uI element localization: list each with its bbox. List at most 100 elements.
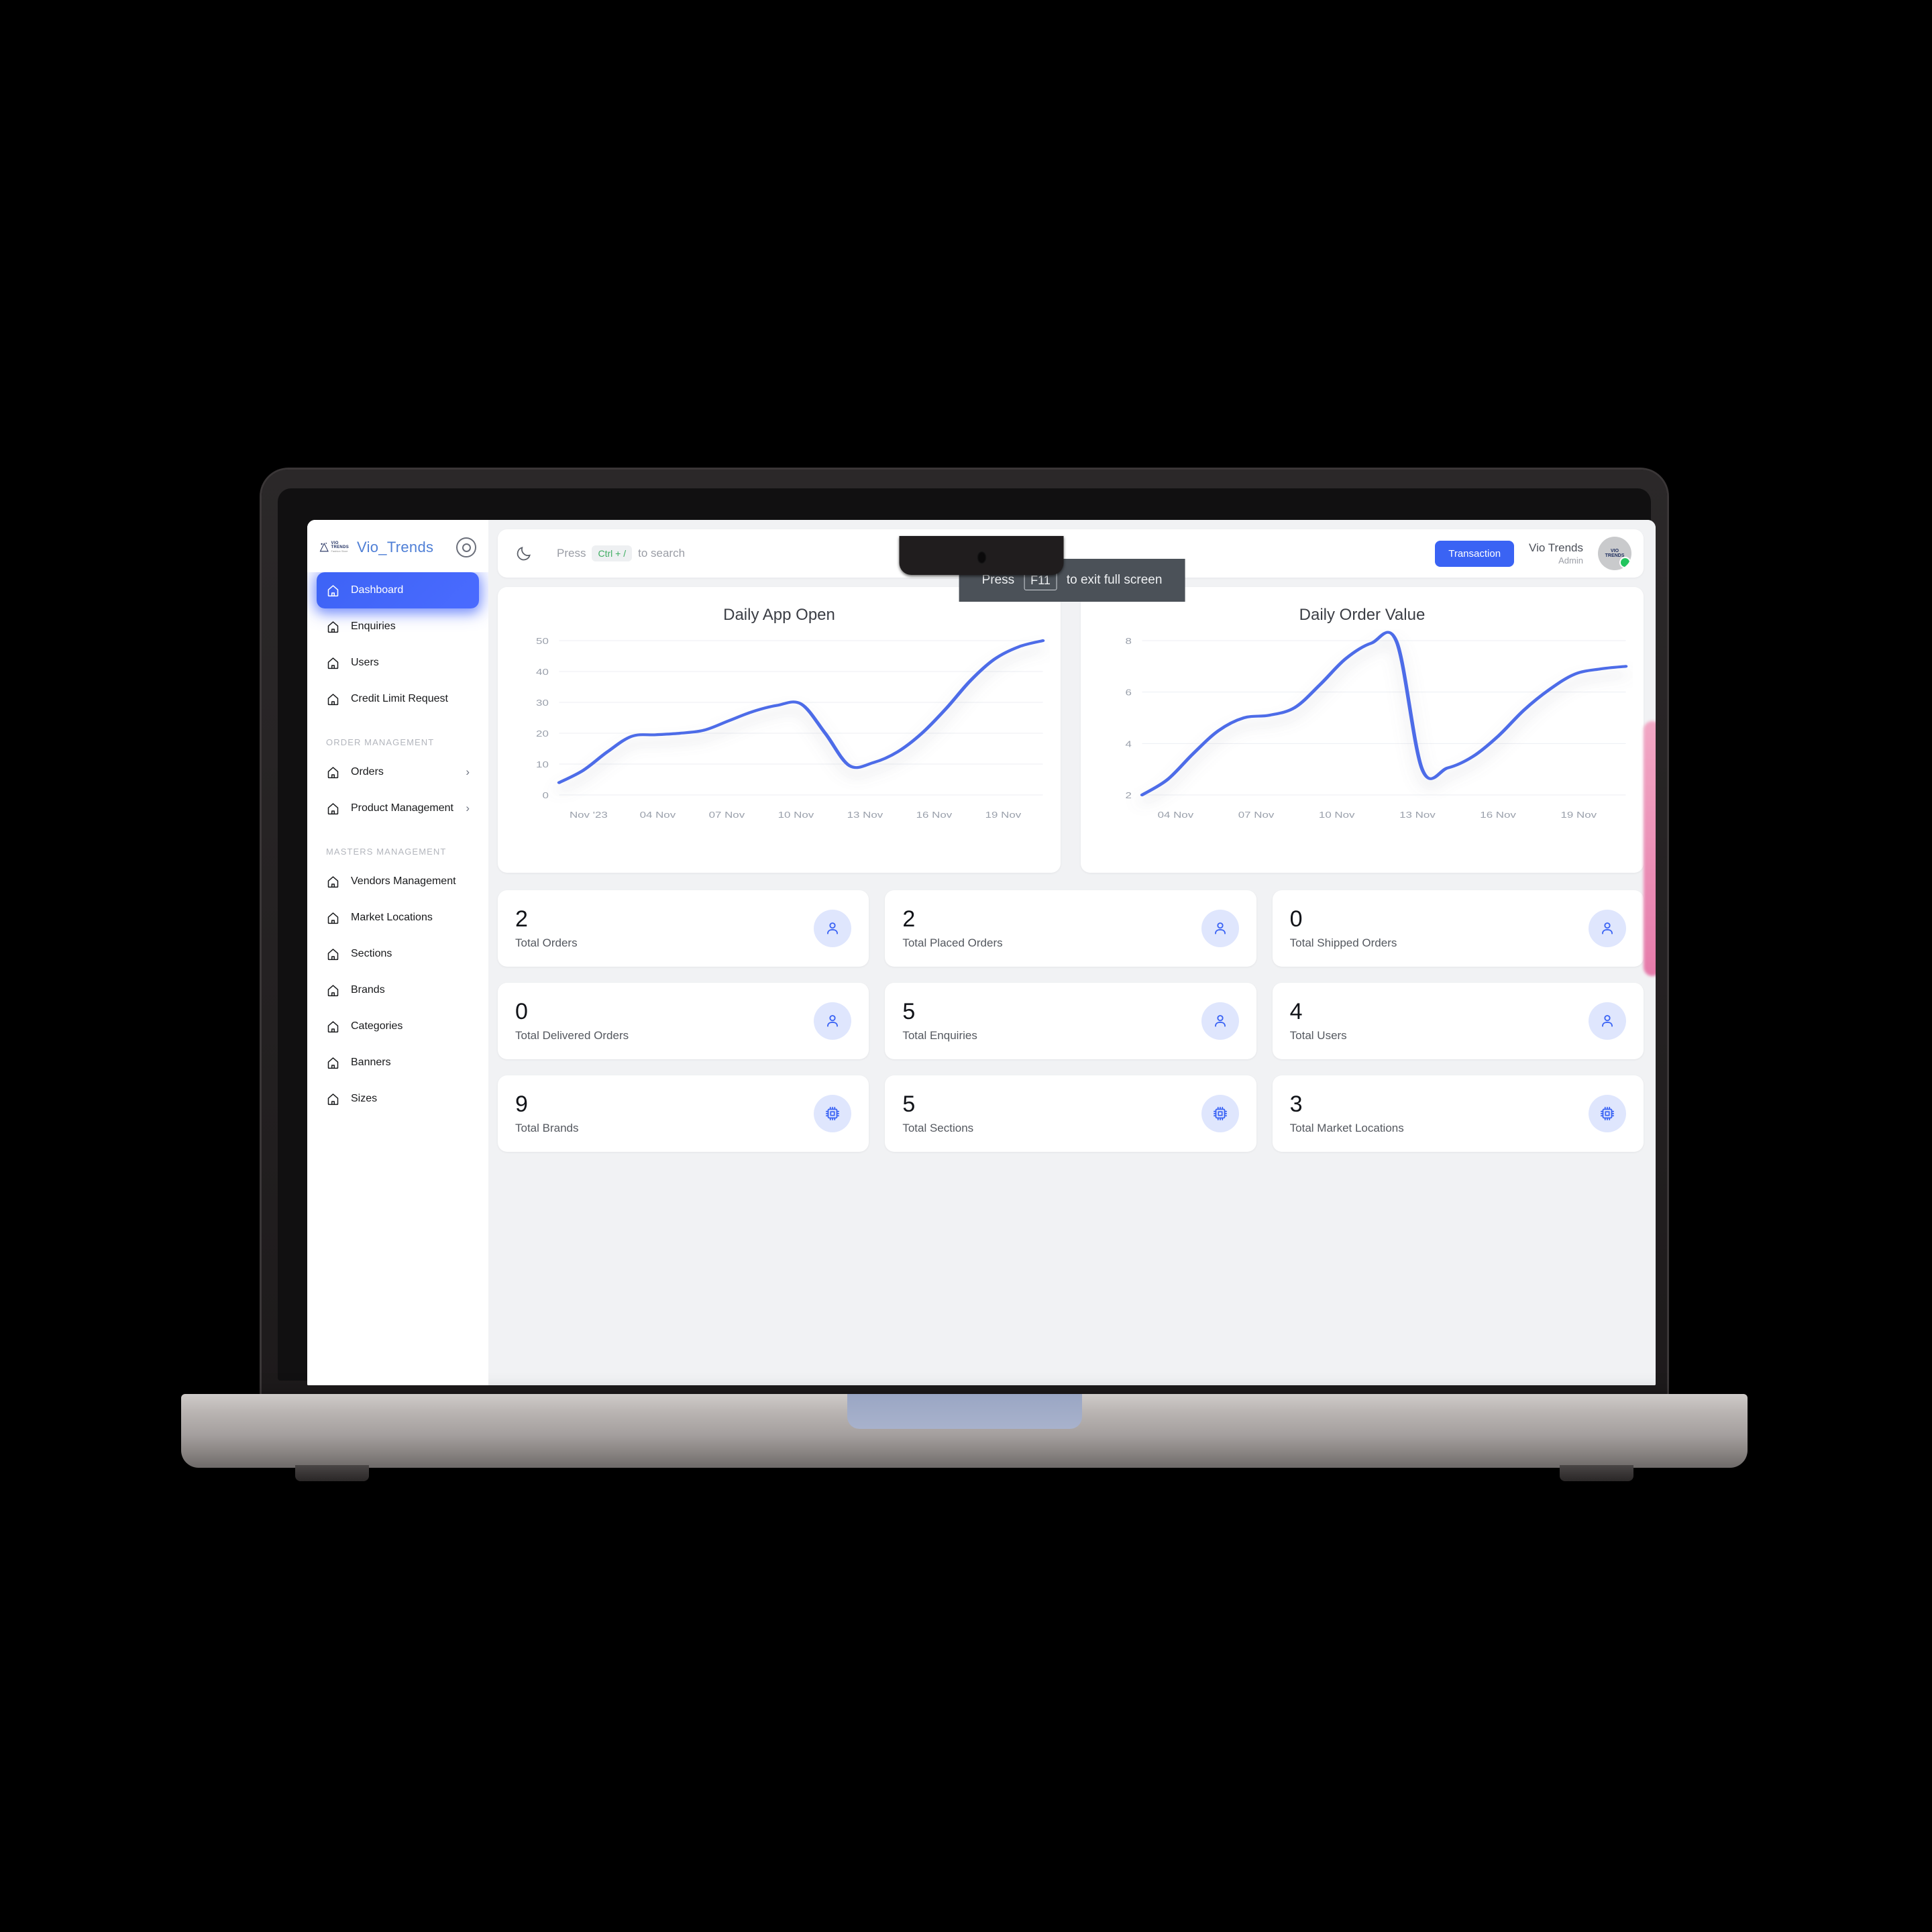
fullscreen-toast-suffix: to exit full screen: [1066, 573, 1163, 587]
stat-value: 0: [515, 998, 528, 1024]
stat-text: 2 Total Placed Orders: [902, 908, 1002, 950]
home-icon: [327, 984, 339, 996]
x-tick-label: 16 Nov: [1480, 810, 1516, 820]
user-icon: [1214, 1015, 1226, 1027]
stat-text: 3 Total Market Locations: [1290, 1093, 1404, 1135]
y-tick-label: 6: [1125, 688, 1131, 698]
home-icon: [327, 693, 339, 705]
laptop-lid: VIO TRENDS Fashion Store Vio_Trends Dash…: [262, 470, 1667, 1399]
sidebar-order-group: Orders › Product Management ›: [317, 754, 479, 826]
search-shortcut-key: Ctrl + /: [592, 545, 633, 561]
home-icon: [327, 1057, 339, 1069]
avatar-text: VIO TRENDS: [1605, 549, 1625, 558]
sidebar-item-label: Orders: [351, 766, 384, 777]
sidebar-item-dashboard[interactable]: Dashboard: [317, 572, 479, 608]
sidebar-item-orders[interactable]: Orders ›: [317, 754, 479, 790]
home-icon: [327, 912, 339, 924]
mountain-logo-icon: [319, 542, 329, 552]
chart-card-daily-order-value: Daily Order Value 2 4 6 8 04 Nov 07 Nov 10 Nov…: [1081, 587, 1644, 873]
stat-card: 2 Total Placed Orders: [885, 890, 1256, 967]
sidebar-item-sizes[interactable]: Sizes: [317, 1081, 479, 1117]
user-info[interactable]: Vio Trends Admin: [1529, 541, 1583, 566]
search-prefix: Press: [557, 547, 586, 559]
moon-icon[interactable]: [515, 545, 533, 562]
sidebar-item-categories[interactable]: Categories: [317, 1008, 479, 1044]
home-icon: [327, 766, 339, 778]
stat-card: 0 Total Delivered Orders: [498, 983, 869, 1059]
search-hint[interactable]: Press Ctrl + / to search: [557, 545, 685, 561]
stat-value: 5: [902, 1091, 916, 1117]
stat-icon-bubble: [1201, 1002, 1239, 1040]
chart-line: [557, 639, 1045, 784]
sidebar-item-sections[interactable]: Sections: [317, 936, 479, 972]
stat-label: Total Orders: [515, 936, 578, 949]
x-tick-label: 13 Nov: [1399, 810, 1436, 820]
stat-icon-bubble: [814, 910, 852, 947]
y-tick-label: 40: [536, 667, 549, 678]
stat-text: 5 Total Enquiries: [902, 1000, 977, 1042]
laptop-notch: [899, 536, 1064, 575]
stat-text: 5 Total Sections: [902, 1093, 973, 1135]
sidebar-item-market-locations[interactable]: Market Locations: [317, 900, 479, 936]
sidebar: VIO TRENDS Fashion Store Vio_Trends Dash…: [307, 520, 488, 1385]
user-icon: [1214, 922, 1226, 934]
home-icon: [327, 621, 339, 633]
x-tick-label: 19 Nov: [985, 810, 1022, 820]
chart-title: Daily Order Value: [1299, 606, 1426, 624]
home-icon: [327, 1020, 339, 1032]
content-scroll-area[interactable]: Daily App Open 0 10 20 30 40 50 Nov '23 04 Nov 0…: [488, 578, 1656, 1385]
sidebar-section-masters-title: MASTERS MANAGEMENT: [326, 847, 447, 857]
stat-label: Total Enquiries: [902, 1028, 977, 1042]
brand-name: Vio_Trends: [357, 539, 434, 555]
stat-icon-bubble: [1588, 1095, 1626, 1132]
y-tick-label: 50: [536, 637, 549, 647]
scrollbar-thumb[interactable]: [1644, 721, 1656, 976]
chevron-right-icon: ›: [466, 802, 470, 814]
brand-logo-tagline: Fashion Store: [331, 549, 348, 553]
search-suffix: to search: [638, 547, 686, 559]
sidebar-item-label: Enquiries: [351, 621, 396, 632]
stat-label: Total Delivered Orders: [515, 1028, 629, 1042]
sidebar-item-label: Banners: [351, 1057, 391, 1068]
home-icon: [327, 948, 339, 960]
x-tick-label: 10 Nov: [778, 810, 814, 820]
home-icon: [327, 657, 339, 669]
y-tick-label: 10: [536, 760, 549, 770]
sidebar-item-credit-limit-request[interactable]: Credit Limit Request: [317, 681, 479, 717]
daily-order-value-chart: 2 4 6 8 04 Nov 07 Nov 10 Nov 13 Nov 16 Nov 19 Nov: [1125, 631, 1628, 820]
stat-value: 2: [515, 906, 528, 932]
target-icon[interactable]: [456, 537, 476, 557]
user-icon: [1602, 922, 1613, 934]
laptop-foot-right: [1560, 1465, 1633, 1481]
stat-card: 9 Total Brands: [498, 1075, 869, 1152]
sidebar-item-enquiries[interactable]: Enquiries: [317, 608, 479, 645]
sidebar-item-label: Sizes: [351, 1093, 378, 1104]
chart-line: [1140, 631, 1628, 797]
sidebar-item-label: Users: [351, 657, 379, 668]
x-tick-label: 04 Nov: [1158, 810, 1194, 820]
user-icon: [827, 1015, 839, 1027]
sidebar-item-label: Dashboard: [351, 584, 404, 596]
x-tick-label: 07 Nov: [709, 810, 745, 820]
x-tick-label: Nov '23: [570, 810, 608, 820]
stat-text: 9 Total Brands: [515, 1093, 579, 1135]
sidebar-item-product-management[interactable]: Product Management ›: [317, 790, 479, 826]
x-tick-label: 16 Nov: [916, 810, 953, 820]
sidebar-item-brands[interactable]: Brands: [317, 972, 479, 1008]
avatar[interactable]: VIO TRENDS: [1598, 537, 1631, 570]
user-name: Vio Trends: [1529, 541, 1583, 555]
sidebar-item-vendors-management[interactable]: Vendors Management: [317, 863, 479, 900]
sidebar-item-banners[interactable]: Banners: [317, 1044, 479, 1081]
transaction-button[interactable]: Transaction: [1435, 540, 1515, 567]
stat-card: 0 Total Shipped Orders: [1272, 890, 1644, 967]
daily-app-open-chart: 0 10 20 30 40 50 Nov '23 04 Nov 07 Nov 10 Nov 13 N…: [536, 637, 1045, 820]
chip-icon: [1600, 1106, 1615, 1121]
stat-value: 0: [1289, 906, 1303, 932]
sidebar-item-label: Vendors Management: [351, 875, 456, 887]
laptop-base: [181, 1394, 1748, 1481]
fullscreen-toast-prefix: Press: [981, 573, 1015, 587]
sidebar-item-users[interactable]: Users: [317, 645, 479, 681]
sidebar-item-label: Credit Limit Request: [351, 693, 448, 704]
user-icon: [1602, 1015, 1613, 1027]
laptop-foot-left: [295, 1465, 369, 1481]
